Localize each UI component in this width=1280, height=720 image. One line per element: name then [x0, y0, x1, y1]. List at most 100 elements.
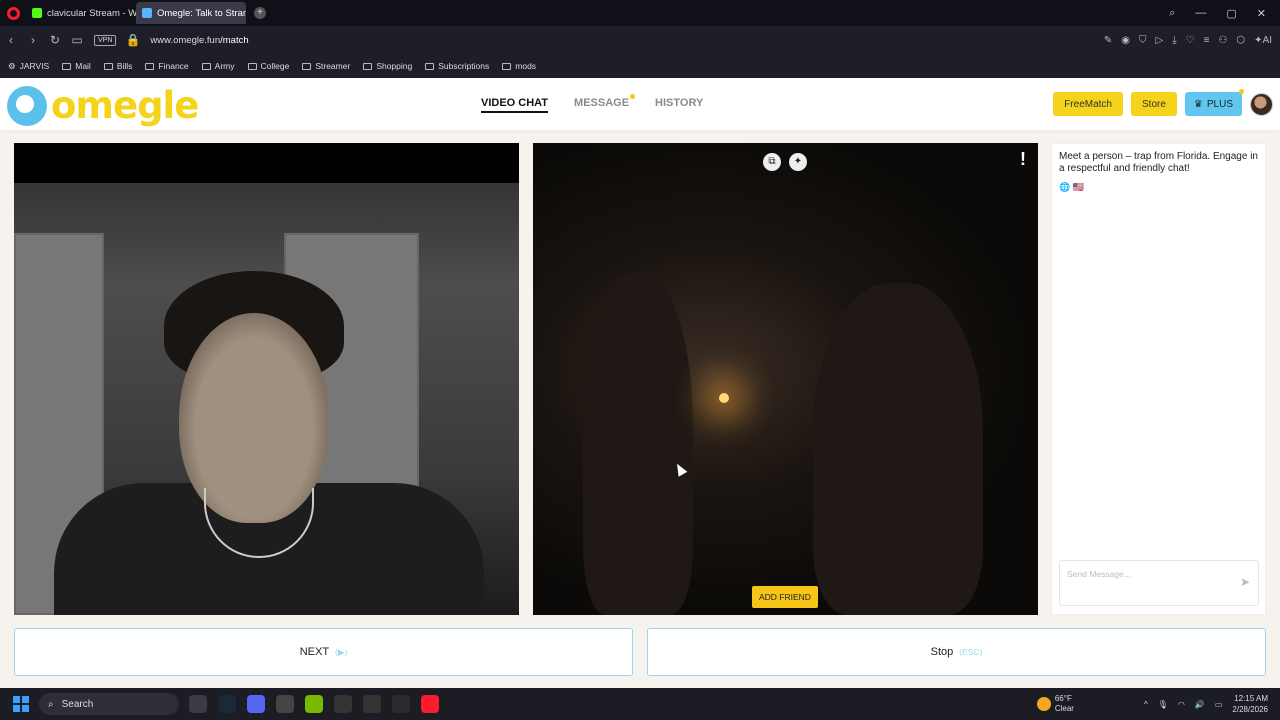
- tab-kick-stream[interactable]: clavicular Stream - Watch: [26, 2, 136, 24]
- bookmark-shopping[interactable]: Shopping: [363, 61, 412, 71]
- weather-moon-icon: [1036, 697, 1051, 711]
- folder-icon: [62, 62, 72, 70]
- nav-video-chat[interactable]: VIDEO CHAT: [481, 97, 549, 113]
- peer-person-left: [583, 273, 693, 615]
- bookmark-subscriptions[interactable]: Subscriptions: [425, 61, 489, 71]
- tab-omegle[interactable]: Omegle: Talk to Strang: [136, 2, 246, 24]
- forward-icon[interactable]: ›: [22, 33, 44, 47]
- lock-icon: 🔒: [125, 33, 141, 47]
- ai-label: AI: [1262, 34, 1272, 46]
- power-app-icon[interactable]: [363, 695, 381, 713]
- menu-icon[interactable]: ≡: [1204, 35, 1210, 46]
- stop-button[interactable]: Stop (ESC): [647, 628, 1266, 676]
- search-icon: ⌕: [48, 698, 54, 710]
- volume-icon[interactable]: 🔊: [1195, 700, 1205, 709]
- omegle-logo-icon: [7, 85, 47, 126]
- streamlabs-icon[interactable]: [392, 695, 410, 713]
- taskbar: ⌕ Search 66°F Clear ^ 🎙 ◠ 🔊 ▭ 12:15 AM 2/…: [0, 688, 1280, 720]
- weather-widget[interactable]: 66°F Clear: [1036, 694, 1074, 714]
- bookmark-finance[interactable]: Finance: [145, 61, 189, 71]
- omegle-favicon-icon: [142, 8, 152, 18]
- ai-button[interactable]: ✦AI: [1254, 35, 1272, 46]
- bookmark-label: JARVIS: [19, 61, 50, 71]
- camera-icon[interactable]: ◉: [1121, 35, 1130, 46]
- bookmark-college[interactable]: College: [247, 61, 289, 71]
- folder-icon: [201, 62, 211, 70]
- vpn-badge[interactable]: VPN: [94, 34, 117, 46]
- browser-tabbar: clavicular Stream - Watch Omegle: Talk t…: [0, 0, 1280, 26]
- next-button[interactable]: NEXT (▶): [14, 628, 633, 676]
- steelseries-icon[interactable]: [334, 695, 352, 713]
- send-message-input[interactable]: [1067, 569, 1227, 579]
- profile-icon[interactable]: ⚇: [1218, 35, 1227, 46]
- bookmark-jarvis[interactable]: ⚙ JARVIS: [8, 61, 49, 72]
- play-icon[interactable]: ▷: [1156, 35, 1164, 46]
- peer-person-right: [813, 283, 983, 615]
- site-header: omegle VIDEO CHAT MESSAGE HISTORY FreeMa…: [0, 78, 1280, 130]
- next-label: NEXT: [299, 646, 330, 658]
- download-icon[interactable]: ⤓: [1172, 35, 1176, 46]
- store-button[interactable]: Store: [1131, 92, 1177, 116]
- steam-icon[interactable]: [218, 695, 236, 713]
- report-icon[interactable]: !: [1020, 149, 1026, 170]
- notification-dot: [630, 94, 636, 99]
- crown-icon: ♛: [1193, 98, 1203, 110]
- bookmark-bills[interactable]: Bills: [103, 61, 133, 71]
- bookmark-streamer[interactable]: Streamer: [302, 61, 350, 71]
- maximize-icon[interactable]: ▢: [1226, 7, 1236, 20]
- kick-favicon-icon: [32, 8, 42, 18]
- add-friend-button[interactable]: ADD FRIEND: [752, 586, 818, 608]
- url-field[interactable]: www.omegle.fun/match: [150, 35, 248, 46]
- folder-icon: [247, 62, 257, 70]
- bookmark-label: Streamer: [315, 61, 351, 71]
- user-avatar[interactable]: [1250, 92, 1273, 116]
- opera-logo-icon[interactable]: [0, 0, 26, 26]
- opera-gx-icon[interactable]: [421, 695, 439, 713]
- bookmark-mail[interactable]: Mail: [62, 61, 91, 71]
- wifi-icon[interactable]: ◠: [1178, 700, 1185, 709]
- picture-in-picture-icon[interactable]: ⧉: [763, 153, 781, 171]
- heart-icon[interactable]: ♡: [1186, 35, 1195, 46]
- close-icon[interactable]: ✕: [1257, 7, 1266, 20]
- bookmark-label: mods: [515, 61, 537, 71]
- tray-chevron-icon[interactable]: ^: [1144, 700, 1148, 709]
- bookmark-label: Bills: [116, 61, 133, 71]
- bookmark-army[interactable]: Army: [201, 61, 235, 71]
- bookmark-mods[interactable]: mods: [502, 61, 536, 71]
- nav-history[interactable]: HISTORY: [655, 97, 703, 113]
- tab-islands-icon[interactable]: ▭: [66, 33, 88, 47]
- sparkle-effects-icon[interactable]: ✦: [789, 153, 807, 171]
- search-tabs-icon[interactable]: ⌕: [1169, 7, 1175, 20]
- shield-icon[interactable]: ⛉: [1139, 35, 1147, 46]
- nvidia-icon[interactable]: [305, 695, 323, 713]
- minimize-icon[interactable]: —: [1195, 7, 1206, 20]
- stop-hint: (ESC): [959, 647, 983, 657]
- taskbar-search[interactable]: ⌕ Search: [39, 693, 179, 715]
- battery-icon[interactable]: ▭: [1215, 700, 1223, 709]
- chrome-icon[interactable]: [276, 695, 294, 713]
- folder-icon: [145, 62, 155, 70]
- reload-icon[interactable]: ↻: [44, 33, 66, 47]
- plus-button[interactable]: ♛ PLUS: [1184, 89, 1244, 116]
- peer-video-tools: ⧉ ✦: [763, 153, 807, 171]
- freematch-button[interactable]: FreeMatch: [1053, 92, 1123, 116]
- back-icon[interactable]: ‹: [0, 33, 22, 47]
- new-tab-icon[interactable]: +: [254, 7, 266, 19]
- omegle-logo[interactable]: omegle: [7, 84, 199, 127]
- discord-icon[interactable]: [247, 695, 265, 713]
- windows-start-icon[interactable]: [13, 696, 29, 712]
- microphone-icon[interactable]: 🎙: [1158, 700, 1168, 709]
- weather-temp: 66°F: [1054, 694, 1072, 703]
- send-icon[interactable]: ➤: [1240, 575, 1250, 589]
- chat-intro-emoji: 🌐 🇺🇸: [1059, 182, 1084, 192]
- edit-icon[interactable]: ✎: [1104, 35, 1112, 46]
- clock[interactable]: 12:15 AM 2/28/2026: [1232, 693, 1268, 715]
- folder-icon: [103, 62, 113, 70]
- chat-intro-message: Meet a person – trap from Florida. Engag…: [1059, 151, 1258, 174]
- task-view-icon[interactable]: [189, 695, 207, 713]
- extensions-icon[interactable]: ⬡: [1236, 35, 1245, 46]
- nav-message[interactable]: MESSAGE: [574, 94, 636, 113]
- url-domain: www.omegle.fun: [150, 34, 221, 46]
- bookmark-label: Shopping: [376, 61, 413, 71]
- system-tray: 66°F Clear ^ 🎙 ◠ 🔊 ▭ 12:15 AM 2/28/2026: [1036, 693, 1280, 715]
